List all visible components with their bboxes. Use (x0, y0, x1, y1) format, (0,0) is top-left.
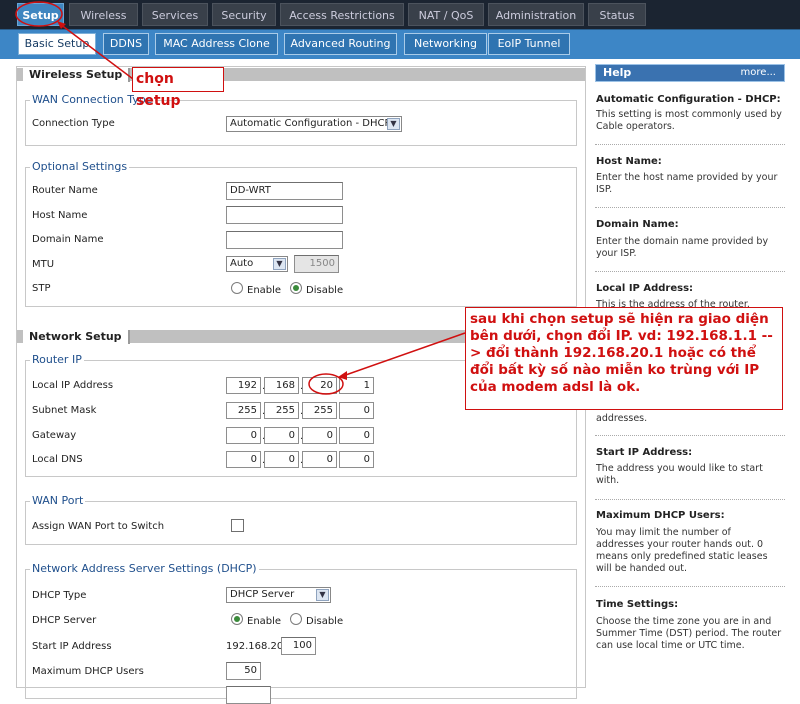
ip-note-arrow (339, 332, 466, 378)
setup-annotation: chọn setup (132, 67, 224, 109)
setup-note-arrow (59, 23, 134, 80)
setup-tab-circle (15, 1, 63, 27)
ip-annotation: sau khi chọn setup sẽ hiện ra giao diện … (465, 307, 783, 410)
next-field-input[interactable] (226, 686, 271, 704)
ip-octet-circle (308, 373, 344, 395)
